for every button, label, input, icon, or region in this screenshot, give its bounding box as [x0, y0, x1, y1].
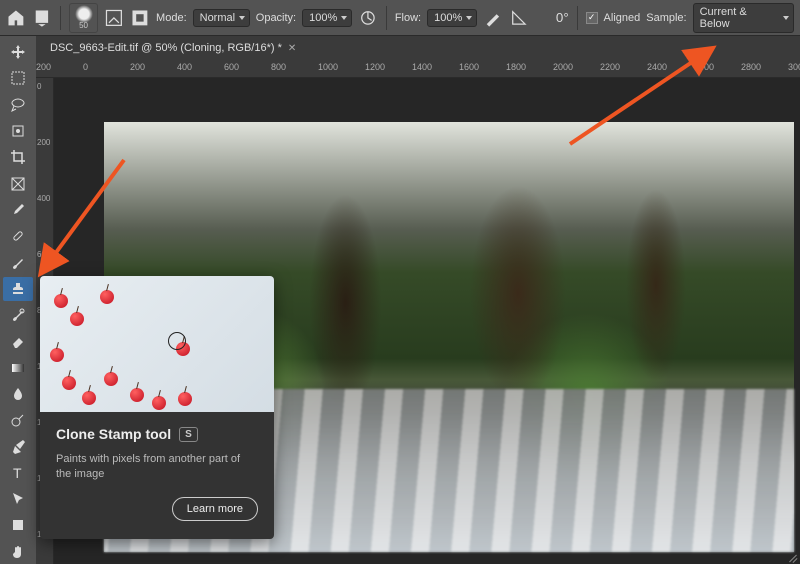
mode-label: Mode:: [156, 12, 187, 24]
brush-panel-icon[interactable]: [104, 8, 124, 28]
options-bar: 50 Mode: Normal Opacity: 100% Flow: 100%…: [0, 0, 800, 36]
shape-tool[interactable]: [3, 513, 33, 537]
airbrush-icon[interactable]: [483, 8, 503, 28]
opacity-label: Opacity:: [256, 12, 296, 24]
brush-size-label: 50: [79, 21, 88, 30]
toolbox: T: [0, 36, 36, 564]
tool-preset-picker[interactable]: [32, 8, 52, 28]
mode-dropdown[interactable]: Normal: [193, 9, 250, 27]
svg-text:T: T: [13, 465, 22, 481]
annotation-arrow-right: [560, 44, 720, 159]
crop-tool[interactable]: [3, 145, 33, 169]
learn-more-button[interactable]: Learn more: [172, 497, 258, 521]
type-tool[interactable]: T: [3, 461, 33, 485]
opacity-pressure-icon[interactable]: [358, 8, 378, 28]
clone-source-icon[interactable]: [130, 8, 150, 28]
move-tool[interactable]: [3, 40, 33, 64]
home-icon[interactable]: [6, 8, 26, 28]
close-icon[interactable]: ✕: [288, 43, 296, 54]
brush-preset[interactable]: 50: [69, 3, 99, 33]
blur-tool[interactable]: [3, 382, 33, 406]
hand-tool[interactable]: [3, 540, 33, 564]
tool-tooltip: Clone Stamp tool S Paints with pixels fr…: [40, 276, 274, 539]
dodge-tool[interactable]: [3, 408, 33, 432]
pen-tool[interactable]: [3, 434, 33, 458]
aligned-checkbox[interactable]: ✓: [586, 12, 598, 24]
tooltip-description: Paints with pixels from another part of …: [56, 452, 258, 483]
sample-dropdown[interactable]: Current & Below: [693, 3, 794, 33]
opacity-dropdown[interactable]: 100%: [302, 9, 352, 27]
path-select-tool[interactable]: [3, 487, 33, 511]
healing-tool[interactable]: [3, 224, 33, 248]
sample-cursor-icon: [168, 332, 186, 350]
angle-icon[interactable]: [509, 8, 529, 28]
angle-input[interactable]: [535, 10, 569, 25]
tooltip-title: Clone Stamp tool: [56, 426, 171, 442]
lasso-tool[interactable]: [3, 93, 33, 117]
document-tab-title: DSC_9663-Edit.tif @ 50% (Cloning, RGB/16…: [50, 42, 282, 54]
gradient-tool[interactable]: [3, 356, 33, 380]
document-tab[interactable]: DSC_9663-Edit.tif @ 50% (Cloning, RGB/16…: [40, 38, 306, 58]
flow-label: Flow:: [395, 12, 421, 24]
annotation-arrow-left: [44, 150, 134, 275]
resize-handle-icon[interactable]: [784, 548, 798, 562]
eraser-tool[interactable]: [3, 329, 33, 353]
brush-tool[interactable]: [3, 250, 33, 274]
marquee-tool[interactable]: [3, 66, 33, 90]
history-brush-tool[interactable]: [3, 303, 33, 327]
frame-tool[interactable]: [3, 171, 33, 195]
flow-dropdown[interactable]: 100%: [427, 9, 477, 27]
eyedropper-tool[interactable]: [3, 198, 33, 222]
object-select-tool[interactable]: [3, 119, 33, 143]
aligned-label: Aligned: [604, 12, 641, 24]
clone-stamp-tool[interactable]: [3, 277, 33, 301]
tooltip-preview-image: [40, 276, 274, 412]
tooltip-shortcut: S: [179, 427, 198, 442]
sample-label: Sample:: [646, 12, 686, 24]
